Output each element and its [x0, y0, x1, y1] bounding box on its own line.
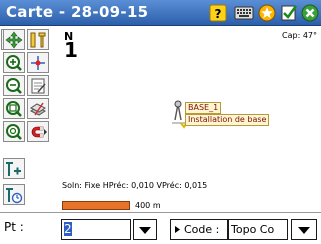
point-number-value: 2	[64, 222, 72, 236]
zoom-in-button[interactable]	[3, 52, 25, 73]
zoom-window-button[interactable]	[3, 98, 25, 119]
code-value: Topo Co	[231, 223, 275, 236]
play-arrow-icon	[175, 226, 180, 233]
zoom-out-icon	[6, 77, 22, 94]
solution-status: Soln: Fixe HPréc: 0,010 VPréc: 0,015	[62, 181, 208, 190]
point-number-field[interactable]: 2	[61, 219, 131, 240]
zoom-extent-icon	[6, 123, 22, 140]
scale-label: 400 m	[135, 201, 161, 210]
center-point-button[interactable]	[27, 52, 49, 73]
chevron-down-icon	[298, 226, 310, 234]
zoom-out-button[interactable]	[3, 75, 25, 96]
zoom-extent-button[interactable]	[3, 121, 25, 142]
layers-icon	[30, 102, 46, 116]
magnet-button[interactable]	[27, 121, 49, 142]
edit-note-icon	[31, 78, 46, 93]
heading-readout: Cap: 47°	[282, 31, 317, 40]
close-icon[interactable]	[299, 3, 320, 23]
zoom-in-icon	[6, 54, 22, 71]
layers-button[interactable]	[27, 98, 49, 119]
code-button[interactable]: Code :	[170, 219, 228, 240]
check-list-icon[interactable]	[278, 3, 299, 23]
window-title: Carte - 28-09-15	[6, 3, 149, 21]
title-bar: Carte - 28-09-15 ?	[0, 0, 321, 26]
measure-button[interactable]	[27, 29, 49, 50]
pan-button[interactable]	[3, 29, 25, 50]
point-dropdown-button[interactable]	[133, 219, 157, 240]
add-point-button[interactable]	[3, 158, 25, 179]
time-button[interactable]	[3, 184, 25, 205]
star-icon[interactable]	[256, 3, 277, 23]
code-field[interactable]: Topo Co	[228, 219, 288, 240]
point-label: Pt :	[4, 220, 24, 234]
code-button-label: Code :	[184, 223, 220, 236]
magnet-icon	[31, 126, 47, 137]
edit-note-button[interactable]	[27, 75, 49, 96]
measure-icon	[30, 32, 46, 47]
zoom-window-icon	[6, 100, 22, 117]
center-point-icon	[31, 55, 45, 70]
point-description-label: Installation de base	[185, 114, 270, 126]
help-icon[interactable]: ?	[207, 3, 228, 23]
add-point-icon	[6, 161, 21, 176]
chevron-down-icon	[139, 226, 151, 234]
scale-bar	[62, 201, 130, 210]
point-name-label: BASE_1	[185, 102, 222, 114]
svg-text:?: ?	[214, 7, 221, 21]
north-indicator-arrow: 1	[64, 38, 78, 62]
code-dropdown-button[interactable]	[291, 219, 317, 240]
keyboard-icon[interactable]	[233, 3, 254, 23]
time-icon	[6, 187, 23, 203]
